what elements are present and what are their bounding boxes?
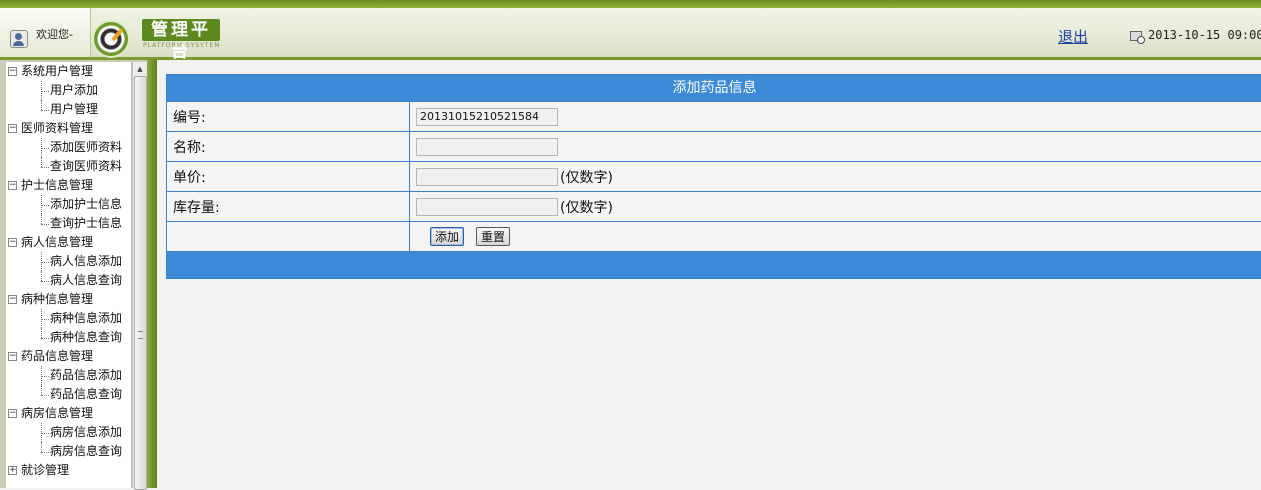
sidebar-tree: − 系统用户管理 用户添加 用户管理 − 医师资料管理 添加医师资料 查询医师资料 − 护士信息管… [6,62,132,488]
id-label: 编号: [167,101,410,132]
sidebar-group: − 病种信息管理 病种信息添加 病种信息查询 [6,290,131,347]
sidebar-item[interactable]: 病房信息添加 [6,423,131,442]
sidebar-group-header[interactable]: − 护士信息管理 [6,176,131,195]
collapse-minus-icon[interactable]: − [8,352,17,361]
sidebar-group: − 病人信息管理 病人信息添加 病人信息查询 [6,233,131,290]
user-icon [10,30,28,48]
stock-input[interactable] [416,197,558,216]
add-drug-form: 添加药品信息 编号: 名称: 单价: (仅数字) 库存量 [166,74,1261,279]
sidebar-group-label: 药品信息管理 [21,349,94,363]
sidebar-item[interactable]: 病种信息查询 [6,328,131,347]
sidebar-group: − 病房信息管理 病房信息添加 病房信息查询 [6,404,131,461]
price-label: 单价: [167,161,410,192]
sidebar-group: − 系统用户管理 用户添加 用户管理 [6,62,131,119]
sidebar-group-header[interactable]: − 病房信息管理 [6,404,131,423]
brand-subtitle: PLATFORM SYSYTEM [143,42,221,49]
scroll-thumb[interactable] [134,76,147,490]
sidebar-group: − 医师资料管理 添加医师资料 查询医师资料 [6,119,131,176]
sidebar-group: − 护士信息管理 添加护士信息 查询护士信息 [6,176,131,233]
stock-hint: (仅数字) [560,199,613,216]
sidebar-item[interactable]: 用户管理 [6,100,131,119]
expand-plus-icon[interactable]: + [8,466,17,475]
sidebar-item[interactable]: 药品信息查询 [6,385,131,404]
form-table: 编号: 名称: 单价: (仅数字) 库存量: (仅数字) [167,101,1261,251]
collapse-minus-icon[interactable]: − [8,409,17,418]
sidebar-group-header[interactable]: − 医师资料管理 [6,119,131,138]
sidebar-item[interactable]: 药品信息添加 [6,366,131,385]
collapse-minus-icon[interactable]: − [8,124,17,133]
sidebar-item[interactable]: 查询医师资料 [6,157,131,176]
price-hint: (仅数字) [560,169,613,186]
current-datetime: 2013-10-15 09:00: [1148,28,1261,42]
sidebar: − 系统用户管理 用户添加 用户管理 − 医师资料管理 添加医师资料 查询医师资料 − 护士信息管… [0,60,157,490]
top-header: 欢迎您- 管理平台 PLATFORM SYSYTEM 退出 2013-10-15… [0,0,1261,62]
add-button[interactable]: 添加 [430,227,465,246]
sidebar-group-header[interactable]: − 药品信息管理 [6,347,131,366]
form-row-buttons: 添加 重置 [167,221,1261,251]
sidebar-item[interactable]: 病房信息查询 [6,442,131,461]
sidebar-group-label: 系统用户管理 [21,64,94,78]
sidebar-scrollbar[interactable]: ▲ [132,62,147,490]
sidebar-group-label: 护士信息管理 [21,178,94,192]
calendar-clock-icon [1130,31,1145,44]
sidebar-item[interactable]: 添加护士信息 [6,195,131,214]
sidebar-group-label: 医师资料管理 [21,121,94,135]
sidebar-item[interactable]: 添加医师资料 [6,138,131,157]
sidebar-group: − 药品信息管理 药品信息添加 药品信息查询 [6,347,131,404]
sidebar-group-label: 就诊管理 [21,463,70,477]
brand-title: 管理平台 [142,19,220,62]
form-footer-bar [167,251,1261,278]
sidebar-group-label: 病人信息管理 [21,235,94,249]
buttons-label-cell [167,221,410,251]
form-row-id: 编号: [167,101,1261,132]
reset-button[interactable]: 重置 [476,227,511,246]
collapse-minus-icon[interactable]: − [8,181,17,190]
sidebar-group-label: 病种信息管理 [21,292,94,306]
id-input[interactable] [416,107,558,126]
form-title: 添加药品信息 [167,75,1261,101]
collapse-minus-icon[interactable]: − [8,295,17,304]
sidebar-group-header[interactable]: − 病种信息管理 [6,290,131,309]
welcome-text: 欢迎您- [36,28,73,41]
sidebar-group-label: 病房信息管理 [21,406,94,420]
sidebar-group-header[interactable]: − 系统用户管理 [6,62,131,81]
sidebar-group: + 就诊管理 [6,461,131,480]
form-row-name: 名称: [167,131,1261,162]
sidebar-item[interactable]: 病种信息添加 [6,309,131,328]
price-input[interactable] [416,167,558,186]
sidebar-group-header[interactable]: + 就诊管理 [6,461,131,480]
main-content: 添加药品信息 编号: 名称: 单价: (仅数字) 库存量 [157,60,1261,488]
collapse-minus-icon[interactable]: − [8,67,17,76]
form-row-stock: 库存量: (仅数字) [167,191,1261,222]
sidebar-item[interactable]: 用户添加 [6,81,131,100]
form-row-price: 单价: (仅数字) [167,161,1261,192]
collapse-minus-icon[interactable]: − [8,238,17,247]
sidebar-item[interactable]: 病人信息添加 [6,252,131,271]
scroll-grip-icon [138,331,143,339]
sidebar-splitter[interactable] [147,60,157,488]
name-input[interactable] [416,137,558,156]
logo-icon [92,20,130,58]
sidebar-item[interactable]: 查询护士信息 [6,214,131,233]
scroll-up-arrow-icon[interactable]: ▲ [133,62,147,76]
header-top-bar [0,0,1261,8]
stock-label: 库存量: [167,191,410,222]
name-label: 名称: [167,131,410,162]
sidebar-item[interactable]: 病人信息查询 [6,271,131,290]
sidebar-group-header[interactable]: − 病人信息管理 [6,233,131,252]
logout-link[interactable]: 退出 [1058,26,1088,47]
